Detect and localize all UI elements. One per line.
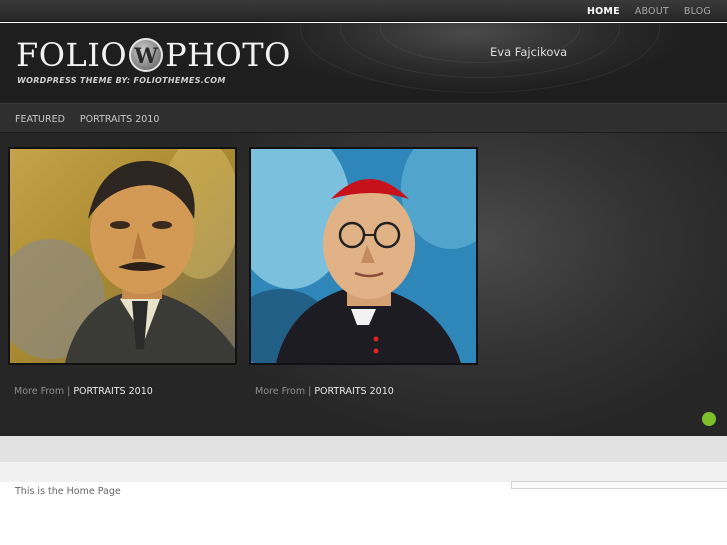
more-from-category-link[interactable]: PORTRAITS 2010	[73, 386, 152, 397]
slider-indicator-dot[interactable]	[702, 412, 716, 426]
category-featured-link[interactable]: FEATURED	[15, 114, 65, 125]
portfolio-showcase: More From | PORTRAITS 2010 More From | P…	[0, 133, 727, 436]
nav-blog-link[interactable]: BLOG	[684, 6, 711, 17]
portrait-cardinal-icon	[251, 149, 476, 363]
site-logo[interactable]: FOLIO W PHOTO	[16, 37, 291, 73]
gallery-item: More From | PORTRAITS 2010	[8, 147, 237, 397]
top-bar: HOME ABOUT BLOG	[0, 0, 727, 22]
content-divider	[0, 436, 727, 462]
category-portraits-2010-link[interactable]: PORTRAITS 2010	[80, 114, 159, 125]
site-owner-name: Eva Fajcikova	[490, 45, 568, 59]
nav-home-link[interactable]: HOME	[587, 6, 620, 17]
separator: |	[67, 386, 71, 397]
category-navigation: FEATURED PORTRAITS 2010	[15, 104, 159, 134]
nav-about-link[interactable]: ABOUT	[635, 6, 669, 17]
category-bar: FEATURED PORTRAITS 2010	[0, 103, 727, 133]
page-content-text: This is the Home Page	[15, 486, 121, 497]
separator: |	[308, 386, 312, 397]
gallery-item: More From | PORTRAITS 2010	[249, 147, 478, 397]
portrait-man-mustache-thumbnail[interactable]	[8, 147, 237, 365]
more-from-label: More From	[14, 386, 65, 397]
more-from-line: More From | PORTRAITS 2010	[14, 386, 153, 397]
top-navigation: HOME ABOUT BLOG	[587, 0, 711, 22]
sidebar-box	[511, 481, 727, 489]
logo-tagline: WORDPRESS THEME BY: FOLIOTHEMES.COM	[17, 76, 226, 85]
logo-text-left: FOLIO	[16, 36, 128, 74]
more-from-category-link[interactable]: PORTRAITS 2010	[314, 386, 393, 397]
more-from-label: More From	[255, 386, 306, 397]
portrait-man-mustache-icon	[10, 149, 235, 363]
content-divider	[0, 462, 727, 482]
more-from-line: More From | PORTRAITS 2010	[255, 386, 394, 397]
portrait-cardinal-thumbnail[interactable]	[249, 147, 478, 365]
logo-text-right: PHOTO	[165, 36, 291, 74]
wordpress-logo-icon: W	[129, 38, 164, 72]
site-header: FOLIO W PHOTO WORDPRESS THEME BY: FOLIOT…	[0, 23, 727, 103]
